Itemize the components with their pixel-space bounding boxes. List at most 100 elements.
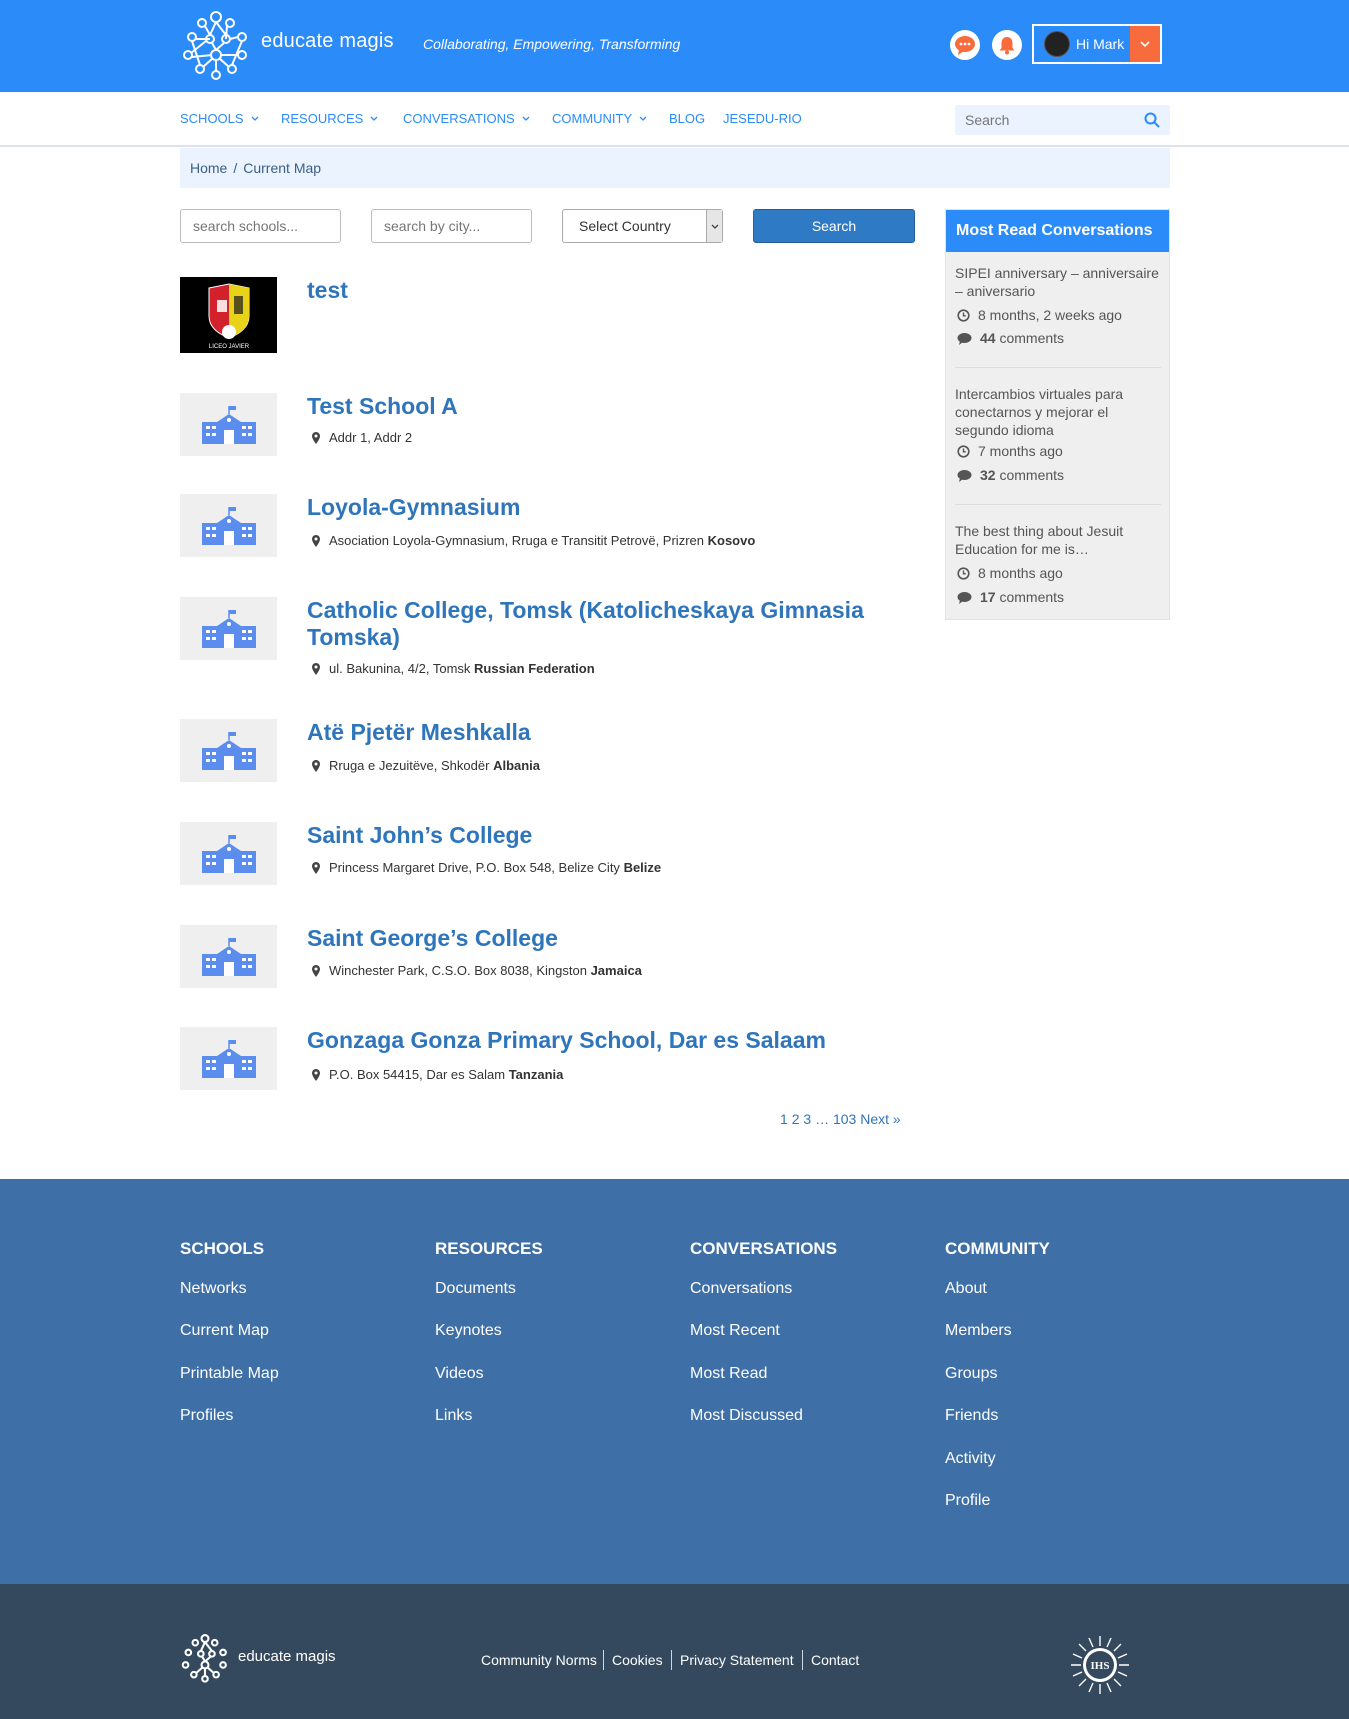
school-name[interactable]: test bbox=[307, 277, 907, 304]
footer-link[interactable]: About bbox=[945, 1280, 987, 1298]
school-name[interactable]: Saint John’s College bbox=[307, 822, 907, 849]
footer-link[interactable]: Links bbox=[435, 1407, 472, 1425]
conversation-comments[interactable]: 17 comments bbox=[957, 589, 1064, 605]
school-thumbnail[interactable] bbox=[180, 597, 277, 660]
page-last[interactable]: 103 bbox=[833, 1111, 856, 1127]
conversation-item: The best thing about Jesuit Education fo… bbox=[955, 523, 1161, 605]
city-search-input[interactable] bbox=[371, 209, 532, 243]
footer-link[interactable]: Profiles bbox=[180, 1407, 233, 1425]
educate-magis-logo[interactable] bbox=[180, 9, 252, 81]
user-menu-button[interactable]: Hi Mark bbox=[1032, 24, 1162, 64]
footer-heading: CONVERSATIONS bbox=[690, 1239, 838, 1258]
footer-link[interactable]: Most Recent bbox=[690, 1322, 780, 1340]
footer-link[interactable]: Current Map bbox=[180, 1322, 269, 1340]
school-thumbnail[interactable] bbox=[180, 925, 277, 988]
chevron-down-icon bbox=[370, 116, 378, 121]
page-2[interactable]: 2 bbox=[792, 1111, 800, 1127]
contact-link[interactable]: Contact bbox=[811, 1652, 859, 1668]
footer-link[interactable]: Most Read bbox=[690, 1365, 767, 1383]
privacy-statement-link[interactable]: Privacy Statement bbox=[680, 1652, 794, 1668]
footer-link[interactable]: Most Discussed bbox=[690, 1407, 803, 1425]
nav-jesedu-rio-label: JESEDU-RIO bbox=[723, 111, 802, 126]
address-text: P.O. Box 54415, Dar es Salam Tanzania bbox=[329, 1067, 564, 1082]
comment-icon bbox=[957, 591, 972, 604]
breadcrumb-home[interactable]: Home bbox=[190, 160, 227, 176]
nav-resources[interactable]: RESOURCES bbox=[281, 111, 378, 126]
site-search-input[interactable] bbox=[955, 105, 1135, 135]
school-thumbnail[interactable] bbox=[180, 822, 277, 885]
footer: SCHOOLS Networks Current Map Printable M… bbox=[0, 1179, 1349, 1584]
notifications-button[interactable] bbox=[992, 30, 1022, 60]
country-select[interactable]: Select Country bbox=[562, 209, 723, 243]
footer-logo-icon[interactable] bbox=[180, 1633, 230, 1683]
page-next[interactable]: Next » bbox=[860, 1111, 900, 1127]
conversation-comments[interactable]: 32 comments bbox=[957, 467, 1064, 483]
footer-link[interactable]: Keynotes bbox=[435, 1322, 502, 1340]
messages-button[interactable] bbox=[950, 30, 980, 60]
school-thumbnail[interactable] bbox=[180, 1027, 277, 1090]
nav-schools[interactable]: SCHOOLS bbox=[180, 111, 259, 126]
conversation-title[interactable]: SIPEI anniversary – anniversaire – anive… bbox=[955, 265, 1159, 299]
address-text: Asociation Loyola-Gymnasium, Rruga e Tra… bbox=[329, 533, 756, 548]
footer-link[interactable]: Activity bbox=[945, 1450, 996, 1468]
brand-name[interactable]: educate magis bbox=[261, 30, 394, 53]
chevron-down-icon bbox=[639, 116, 647, 121]
map-pin-icon bbox=[312, 861, 320, 874]
footer-link[interactable]: Friends bbox=[945, 1407, 998, 1425]
footer-link[interactable]: Videos bbox=[435, 1365, 484, 1383]
chevron-down-icon bbox=[1140, 41, 1150, 47]
nav-schools-label: SCHOOLS bbox=[180, 111, 244, 126]
footer-link[interactable]: Printable Map bbox=[180, 1365, 279, 1383]
page-3[interactable]: 3 bbox=[803, 1111, 811, 1127]
address-country: Russian Federation bbox=[474, 661, 595, 676]
liceo-javier-logo: LICEO JAVIER bbox=[208, 283, 249, 350]
country-select-value: Select Country bbox=[579, 218, 671, 234]
community-norms-link[interactable]: Community Norms bbox=[481, 1652, 597, 1668]
footer-link[interactable]: Networks bbox=[180, 1280, 247, 1298]
clock-icon bbox=[957, 566, 970, 580]
conversation-title[interactable]: The best thing about Jesuit Education fo… bbox=[955, 523, 1123, 557]
footer-link[interactable]: Documents bbox=[435, 1280, 516, 1298]
school-address: Winchester Park, C.S.O. Box 8038, Kingst… bbox=[312, 963, 642, 978]
school-search-input[interactable] bbox=[180, 209, 341, 243]
footer-column-resources: RESOURCES Documents Keynotes Videos Link… bbox=[435, 1239, 675, 1424]
map-pin-icon bbox=[312, 1068, 320, 1081]
address-country: Kosovo bbox=[707, 533, 756, 548]
page-1[interactable]: 1 bbox=[780, 1111, 788, 1127]
school-name[interactable]: Test School A bbox=[307, 393, 907, 420]
school-name[interactable]: Saint George’s College bbox=[307, 925, 907, 952]
chat-icon bbox=[955, 36, 975, 55]
footer-column-community: COMMUNITY About Members Groups Friends A… bbox=[945, 1239, 1185, 1509]
school-name[interactable]: Gonzaga Gonza Primary School, Dar es Sal… bbox=[307, 1027, 907, 1054]
user-menu-toggle[interactable] bbox=[1130, 26, 1160, 62]
footer-link[interactable]: Profile bbox=[945, 1492, 990, 1510]
school-name[interactable]: Atë Pjetër Meshkalla bbox=[307, 719, 907, 746]
cookies-link[interactable]: Cookies bbox=[612, 1652, 663, 1668]
school-thumbnail[interactable]: LICEO JAVIER bbox=[180, 277, 277, 353]
school-thumbnail[interactable] bbox=[180, 719, 277, 782]
footer-link[interactable]: Groups bbox=[945, 1365, 997, 1383]
nav-community[interactable]: COMMUNITY bbox=[552, 111, 647, 126]
nav-conversations[interactable]: CONVERSATIONS bbox=[403, 111, 530, 126]
map-pin-icon bbox=[312, 662, 320, 675]
school-name[interactable]: Catholic College, Tomsk (Katolicheskaya … bbox=[307, 597, 907, 651]
search-icon[interactable] bbox=[1144, 112, 1160, 128]
conversation-comments[interactable]: 44 comments bbox=[957, 330, 1064, 346]
nav-jesedu-rio[interactable]: JESEDU-RIO bbox=[723, 111, 802, 126]
footer-brand[interactable]: educate magis bbox=[238, 1648, 336, 1665]
footer-heading: SCHOOLS bbox=[180, 1239, 265, 1258]
map-pin-icon bbox=[312, 534, 320, 547]
pagination: 1 2 3 … 103 Next » bbox=[780, 1111, 901, 1127]
conversation-title[interactable]: Intercambios virtuales para conectarnos … bbox=[955, 386, 1123, 438]
search-button[interactable]: Search bbox=[753, 209, 915, 243]
school-name[interactable]: Loyola-Gymnasium bbox=[307, 494, 907, 521]
school-thumbnail[interactable] bbox=[180, 494, 277, 557]
footer-link[interactable]: Conversations bbox=[690, 1280, 792, 1298]
footer-link[interactable]: Members bbox=[945, 1322, 1012, 1340]
school-building-icon bbox=[201, 405, 256, 444]
address-text: Winchester Park, C.S.O. Box 8038, Kingst… bbox=[329, 963, 642, 978]
nav-blog[interactable]: BLOG bbox=[669, 111, 705, 126]
school-thumbnail[interactable] bbox=[180, 393, 277, 456]
clock-icon bbox=[957, 308, 970, 322]
breadcrumb-current: Current Map bbox=[243, 160, 322, 176]
